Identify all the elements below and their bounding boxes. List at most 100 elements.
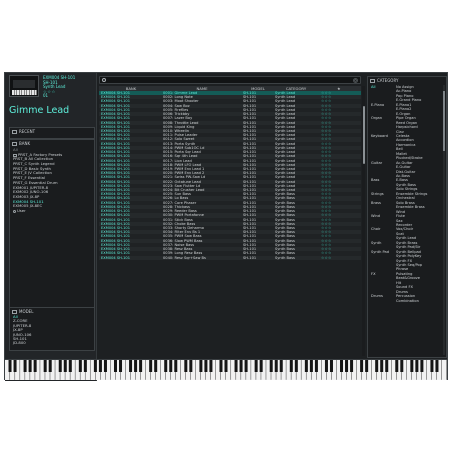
category-item[interactable]: Synth Bellpad (396, 250, 421, 254)
black-key[interactable] (129, 360, 133, 372)
category-item[interactable]: Synth Pad/Str (396, 245, 420, 249)
category-scrollbar-thumb[interactable] (443, 91, 445, 151)
black-key[interactable] (304, 360, 308, 372)
black-key[interactable] (63, 360, 67, 372)
category-item[interactable]: Orchestral (396, 196, 415, 200)
category-item[interactable]: Pulsating (396, 272, 412, 276)
black-key[interactable] (279, 360, 283, 372)
category-group[interactable]: Bass (371, 178, 379, 182)
black-key[interactable] (420, 360, 424, 372)
category-item[interactable]: Harmonica (396, 143, 415, 147)
black-key[interactable] (385, 360, 389, 372)
black-key[interactable] (360, 360, 364, 372)
category-item[interactable]: Solo Strings (396, 187, 417, 191)
black-key[interactable] (93, 360, 97, 372)
category-item[interactable]: Ensemble Brass (396, 205, 425, 209)
black-key[interactable] (149, 360, 153, 372)
category-item[interactable]: Celesta (396, 134, 409, 138)
category-item[interactable]: Flute (396, 214, 405, 218)
black-key[interactable] (375, 360, 379, 372)
category-item[interactable]: Scat (396, 232, 404, 236)
black-key[interactable] (329, 360, 333, 372)
cell-favorite[interactable]: ☆☆☆ (317, 256, 357, 260)
black-key[interactable] (435, 360, 439, 372)
black-key[interactable] (33, 360, 37, 372)
category-item[interactable]: Accordion (396, 138, 414, 142)
black-key[interactable] (350, 360, 354, 372)
category-item[interactable]: Pipe Organ (396, 116, 416, 120)
black-key[interactable] (340, 360, 344, 372)
category-group[interactable]: Keyboard (371, 134, 388, 138)
black-key[interactable] (219, 360, 223, 372)
black-key[interactable] (28, 360, 32, 372)
black-key[interactable] (224, 360, 228, 372)
category-item[interactable]: E.Organ (396, 112, 410, 116)
black-key[interactable] (395, 360, 399, 372)
clear-search-icon[interactable]: × (353, 78, 358, 83)
black-key[interactable] (254, 360, 258, 372)
category-item[interactable]: Pop Piano (396, 94, 413, 98)
black-key[interactable] (58, 360, 62, 372)
category-item[interactable]: Sax (396, 219, 403, 223)
category-item[interactable]: Phrase (396, 267, 408, 271)
category-item[interactable]: Combination (396, 299, 419, 303)
category-group[interactable]: Organ (371, 116, 382, 120)
category-group[interactable]: Wind (371, 214, 380, 218)
black-key[interactable] (199, 360, 203, 372)
category-item[interactable]: Ac.Guitar (396, 161, 413, 165)
category-item[interactable]: Synth Seq/Pop (396, 263, 422, 267)
category-item[interactable]: Percussion (396, 294, 415, 298)
category-item[interactable]: E.Guitar (396, 165, 411, 169)
category-item[interactable]: Synth Bass (396, 183, 416, 187)
category-item[interactable]: Reed Organ (396, 121, 417, 125)
black-key[interactable] (294, 360, 298, 372)
category-item[interactable]: Vox/Choir (396, 227, 413, 231)
category-scrollbar[interactable] (443, 85, 445, 355)
category-item[interactable]: E.Piano1 (396, 103, 411, 107)
black-key[interactable] (309, 360, 313, 372)
white-key[interactable] (441, 360, 447, 380)
category-item[interactable]: Drums (396, 290, 408, 294)
black-key[interactable] (410, 360, 414, 372)
category-group[interactable]: Choir (371, 227, 380, 231)
category-group[interactable]: Drums (371, 294, 383, 298)
category-group[interactable]: All (371, 85, 375, 89)
category-item[interactable]: No Assign (396, 85, 414, 89)
black-key[interactable] (239, 360, 243, 372)
black-key[interactable] (430, 360, 434, 372)
category-item[interactable]: Ac.Bass (396, 174, 410, 178)
black-key[interactable] (209, 360, 213, 372)
category-group[interactable]: Brass (371, 201, 381, 205)
category-item[interactable]: Clav (396, 130, 404, 134)
black-key[interactable] (139, 360, 143, 372)
black-key[interactable] (324, 360, 328, 372)
black-key[interactable] (119, 360, 123, 372)
category-item[interactable]: Recorder (396, 223, 412, 227)
black-key[interactable] (259, 360, 263, 372)
category-item[interactable]: Synth FX (396, 259, 412, 263)
category-group[interactable]: Guitar (371, 161, 382, 165)
category-item[interactable]: Solo Brass (396, 201, 415, 205)
category-item[interactable]: E.Piano2 (396, 107, 411, 111)
black-key[interactable] (204, 360, 208, 372)
black-key[interactable] (400, 360, 404, 372)
category-item[interactable]: Ensemble Strings (396, 192, 427, 196)
category-item[interactable]: Harpsichord (396, 125, 418, 129)
category-item[interactable]: Hit (396, 281, 401, 285)
piano-keys[interactable] (5, 360, 447, 380)
category-item[interactable]: Wind (396, 210, 405, 214)
category-group[interactable]: Strings (371, 192, 384, 196)
black-key[interactable] (48, 360, 52, 372)
black-key[interactable] (43, 360, 47, 372)
category-group[interactable]: Synth (371, 241, 381, 245)
category-item[interactable]: Plucked/Stroke (396, 156, 423, 160)
piano-keyboard[interactable] (5, 359, 447, 380)
category-item[interactable]: Synth Brass (396, 241, 417, 245)
black-key[interactable] (174, 360, 178, 372)
bank-item[interactable]: User (13, 208, 94, 214)
category-item[interactable]: E.Bass (396, 178, 408, 182)
black-key[interactable] (415, 360, 419, 372)
black-key[interactable] (244, 360, 248, 372)
table-row[interactable]: EXM004 SH-101 0040: Resz Sqr+Saw Bs SH-101… (99, 255, 361, 260)
category-item[interactable]: Mallet (396, 152, 407, 156)
